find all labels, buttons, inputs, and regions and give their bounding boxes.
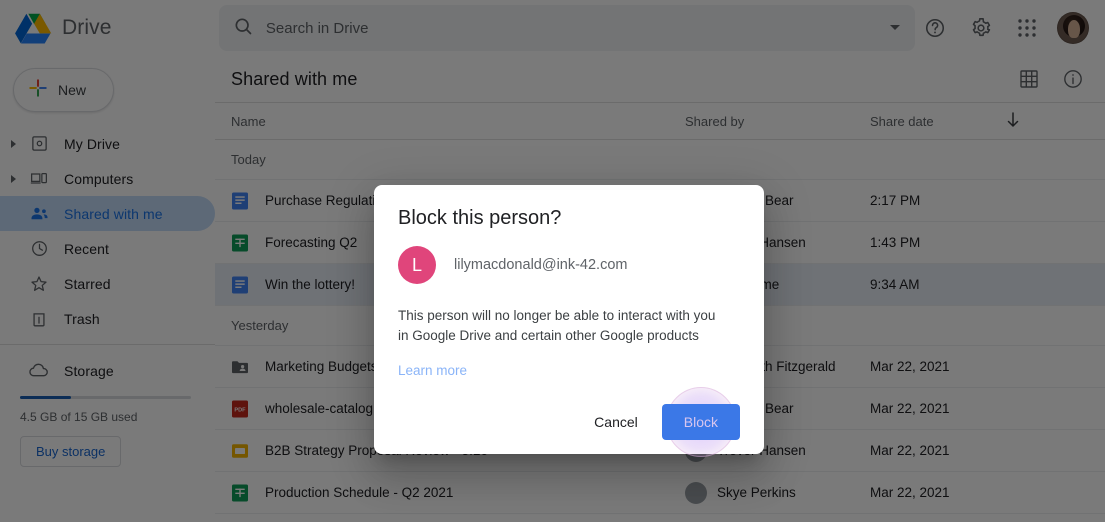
dialog-actions: Cancel Block <box>398 387 740 457</box>
person-email: lilymacdonald@ink-42.com <box>454 257 628 273</box>
block-button-wrap: Block <box>661 387 740 457</box>
google-drive-app: Drive <box>0 0 1105 522</box>
block-button[interactable]: Block <box>661 404 740 440</box>
person-avatar: L <box>398 246 436 284</box>
cancel-button[interactable]: Cancel <box>580 405 652 439</box>
learn-more-link[interactable]: Learn more <box>398 363 467 378</box>
block-person-dialog: Block this person? L lilymacdonald@ink-4… <box>374 185 764 457</box>
dialog-title: Block this person? <box>398 207 562 229</box>
dialog-description: This person will no longer be able to in… <box>398 308 716 343</box>
dialog-person-row: L lilymacdonald@ink-42.com <box>398 246 740 284</box>
